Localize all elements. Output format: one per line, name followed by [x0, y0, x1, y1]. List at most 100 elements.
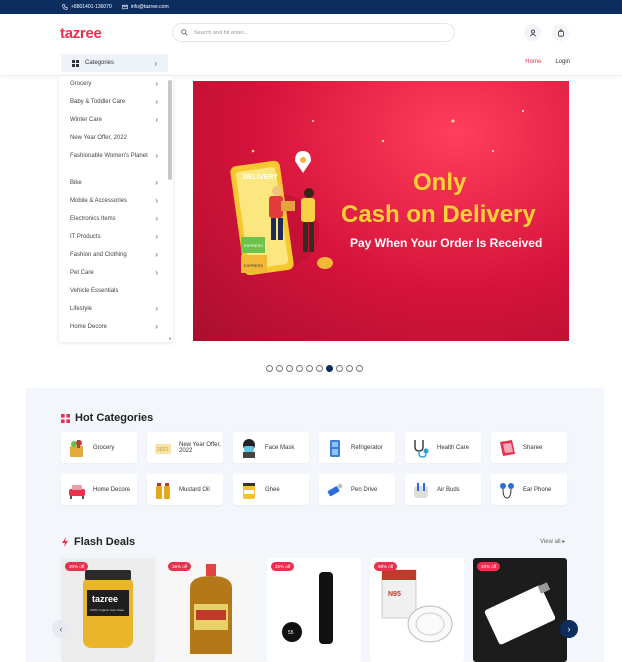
sidebar-item[interactable]: Mobile & Accessories › — [70, 196, 173, 214]
hero-banner[interactable]: DELIVERY EXPRESS EXPRESS Only Cash on De… — [193, 81, 569, 341]
chevron-right-icon: › — [155, 322, 158, 331]
svg-text:100% Organic Cow Ghee: 100% Organic Cow Ghee — [90, 608, 124, 612]
slider-dot[interactable] — [306, 365, 313, 372]
content-section: Hot Categories Grocery 2022 New Year Offer… — [26, 388, 604, 662]
view-all-link[interactable]: View all ▸ — [540, 538, 565, 545]
svg-text:55: 55 — [288, 630, 294, 636]
sidebar-scrollbar[interactable] — [168, 80, 172, 180]
email-address: info@tazree.com — [130, 4, 169, 10]
flash-deals-heading: Flash Deals — [61, 536, 135, 548]
sidebar-item[interactable]: Grocery › — [70, 79, 173, 97]
sidebar-item[interactable]: Vehicle Essentials — [70, 286, 173, 304]
hot-category-card[interactable]: Health Care — [405, 432, 481, 463]
sidebar-item[interactable]: Fashionable Women's Planet › — [70, 151, 173, 178]
slider-dot[interactable] — [296, 365, 303, 372]
shopping-bag-icon — [557, 28, 564, 37]
product-card[interactable]: tazree 100% Organic Cow Ghee 20% off — [61, 558, 155, 662]
sidebar-item-label: Bike — [70, 180, 82, 186]
slider-dot[interactable] — [266, 365, 273, 372]
product-card[interactable]: 40% off — [473, 558, 567, 662]
discount-badge: 58% off — [374, 562, 398, 571]
sidebar-item-label: Winter Care — [70, 117, 103, 123]
hot-categories-title: Hot Categories — [75, 412, 154, 424]
slider-dot[interactable] — [276, 365, 283, 372]
cart-button[interactable] — [552, 24, 569, 41]
hot-category-card[interactable]: Ghee — [233, 474, 309, 505]
pen-drive-icon — [327, 482, 343, 496]
search-input[interactable]: Search and hit enter... — [172, 23, 455, 42]
arrow-right-icon: ▸ — [562, 539, 566, 545]
nav-link-home[interactable]: Home — [525, 59, 541, 65]
mustard-oil-bottle — [164, 558, 258, 662]
chevron-right-icon: › — [155, 97, 158, 106]
slider-dot[interactable] — [336, 365, 343, 372]
sidebar-item-label: Lifestyle — [70, 306, 93, 312]
sidebar-item[interactable]: Bike › — [70, 178, 173, 196]
sidebar-item[interactable]: New Year Offer, 2022 — [70, 133, 173, 151]
ghee-jar-product: tazree 100% Organic Cow Ghee — [61, 558, 155, 662]
hot-category-label: Grocery — [93, 444, 115, 451]
slider-dot[interactable] — [286, 365, 293, 372]
hot-category-card[interactable]: Pen Drive — [319, 474, 395, 505]
product-card[interactable]: 36% off — [164, 558, 258, 662]
hot-category-card[interactable]: Mustard Oil — [147, 474, 223, 505]
slider-dot[interactable] — [326, 365, 333, 372]
hot-category-card[interactable]: Home Decore — [61, 474, 137, 505]
sidebar-item[interactable]: IT Products › — [70, 232, 173, 250]
hot-category-card[interactable]: Face Mask — [233, 432, 309, 463]
hot-category-label: New Year Offer, 2022 — [179, 441, 221, 454]
sidebar-item[interactable]: Lifestyle › — [70, 304, 173, 322]
carousel-next-button[interactable]: › — [560, 620, 578, 638]
chevron-right-icon: › — [155, 79, 158, 88]
n95-face-mask-box: N95 — [370, 558, 464, 662]
grocery-icon — [70, 439, 83, 457]
flash-deals-title: Flash Deals — [74, 536, 136, 548]
slider-dot[interactable] — [346, 365, 353, 372]
sidebar-item[interactable]: Pet Care › — [70, 268, 173, 286]
sidebar-item[interactable]: Baby & Toddler Care › — [70, 97, 173, 115]
hot-categories-heading: Hot Categories — [61, 412, 153, 424]
search-icon — [181, 29, 188, 36]
hot-category-card[interactable]: Grocery — [61, 432, 137, 463]
hot-category-card[interactable]: 2022 New Year Offer, 2022 — [147, 432, 223, 463]
sidebar-item-label: Baby & Toddler Care — [70, 99, 126, 105]
hot-category-card[interactable]: Air Buds — [405, 474, 481, 505]
slider-dot[interactable] — [316, 365, 323, 372]
sidebar-item[interactable]: Fashion and Clothing › — [70, 250, 173, 268]
sidebar-item[interactable]: Electronics Items › — [70, 214, 173, 232]
chevron-right-icon: › — [154, 58, 157, 68]
hot-category-card[interactable]: Ear Phone — [491, 474, 567, 505]
site-logo[interactable]: tazree — [60, 25, 102, 42]
product-card[interactable]: N95 58% off — [370, 558, 464, 662]
phone-icon — [62, 4, 68, 10]
sidebar-item-label: Mobile & Accessories — [70, 198, 128, 204]
slider-dot[interactable] — [356, 365, 363, 372]
grid-icon — [72, 59, 79, 67]
top-info-bar: +8801401-136070 info@tazree.com — [0, 0, 622, 14]
hot-category-label: Ghee — [265, 486, 280, 493]
email-contact[interactable]: info@tazree.com — [122, 4, 169, 10]
chevron-right-icon: › — [155, 250, 158, 259]
grid-icon — [61, 413, 70, 423]
sidebar-item-label: Home Decore — [70, 324, 108, 330]
product-card[interactable]: 55 25% off — [267, 558, 361, 662]
sidebar-item[interactable]: Home Decore › — [70, 322, 173, 340]
svg-text:tazree: tazree — [92, 594, 118, 604]
scroll-down-icon[interactable]: ▼ — [168, 336, 172, 341]
chevron-left-icon: ‹ — [59, 624, 63, 634]
phone-contact[interactable]: +8801401-136070 — [62, 4, 112, 10]
svg-text:DELIVERY: DELIVERY — [243, 174, 278, 181]
banner-title-line1: Only — [413, 169, 467, 196]
hot-category-card[interactable]: Sharee — [491, 432, 567, 463]
sidebar-item[interactable]: Winter Care › — [70, 115, 173, 133]
hot-category-card[interactable]: Refrigerator — [319, 432, 395, 463]
account-button[interactable] — [524, 24, 541, 41]
categories-button[interactable]: Categories › — [61, 54, 168, 72]
carousel-prev-button[interactable]: ‹ — [52, 620, 70, 638]
hot-category-label: Face Mask — [265, 444, 295, 451]
sidebar-item-label: Grocery — [70, 81, 92, 87]
phone-number: +8801401-136070 — [71, 4, 112, 10]
sidebar-item-label: Fashionable Women's Planet — [70, 153, 148, 159]
offer-icon: 2022 — [155, 443, 171, 454]
nav-link-login[interactable]: Login — [555, 59, 570, 65]
